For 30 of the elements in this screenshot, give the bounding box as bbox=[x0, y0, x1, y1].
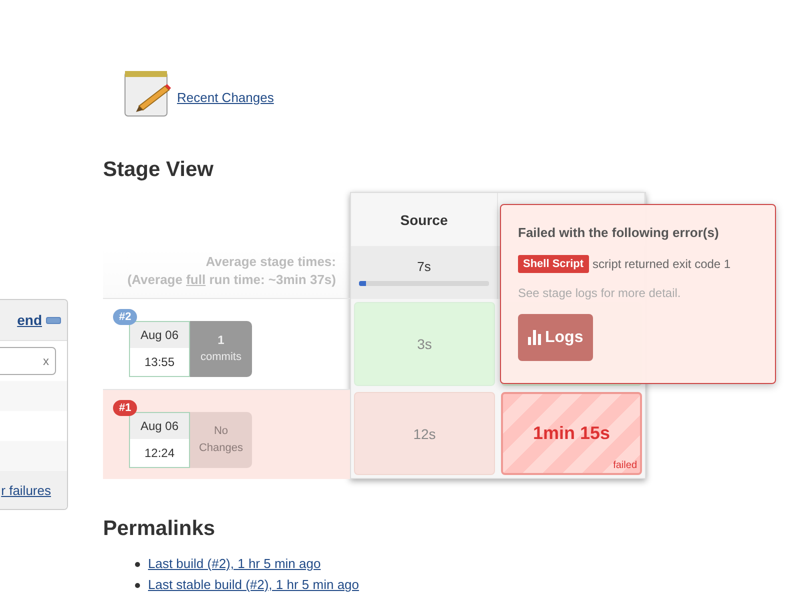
bar-chart-icon bbox=[528, 330, 542, 345]
bullet-icon bbox=[135, 583, 140, 588]
build-date-box: Aug 06 13:55 bbox=[129, 321, 190, 377]
permalink[interactable]: Last build (#2), 1 hr 5 min ago bbox=[148, 556, 321, 571]
recent-changes-link[interactable]: Recent Changes bbox=[177, 90, 274, 104]
logs-button[interactable]: Logs bbox=[518, 314, 594, 361]
build-number-badge[interactable]: #1 bbox=[113, 400, 138, 416]
clear-button[interactable]: x bbox=[43, 354, 49, 368]
error-message: script returned exit code 1 bbox=[592, 257, 731, 271]
step-tag: Shell Script bbox=[518, 255, 589, 273]
permalinks-title: Permalinks bbox=[103, 517, 216, 541]
average-time: 7s bbox=[417, 259, 431, 274]
stage-cell[interactable]: 12s bbox=[354, 392, 495, 475]
changes-box: No Changes bbox=[190, 412, 252, 468]
sidebar-header-link[interactable]: end bbox=[17, 312, 42, 328]
list-row[interactable] bbox=[0, 381, 67, 411]
stage-cell[interactable]: 1min 15s failed bbox=[501, 392, 642, 475]
stage-cell[interactable]: 3s bbox=[354, 302, 495, 386]
filter-field[interactable]: x bbox=[0, 347, 56, 375]
changes-box[interactable]: 1 commits bbox=[190, 321, 252, 377]
stage-heading: Source bbox=[400, 212, 448, 228]
error-note: See stage logs for more detail. bbox=[518, 286, 681, 300]
stage-view-title: Stage View bbox=[103, 158, 214, 182]
bullet-icon bbox=[135, 562, 140, 568]
build-number-badge[interactable]: #2 bbox=[113, 309, 138, 325]
error-title: Failed with the following error(s) bbox=[518, 225, 719, 240]
permalink[interactable]: Last stable build (#2), 1 hr 5 min ago bbox=[148, 577, 360, 592]
collapse-icon[interactable] bbox=[46, 316, 61, 324]
list-row[interactable] bbox=[0, 441, 67, 471]
build-date-box: Aug 06 12:24 bbox=[129, 412, 190, 468]
